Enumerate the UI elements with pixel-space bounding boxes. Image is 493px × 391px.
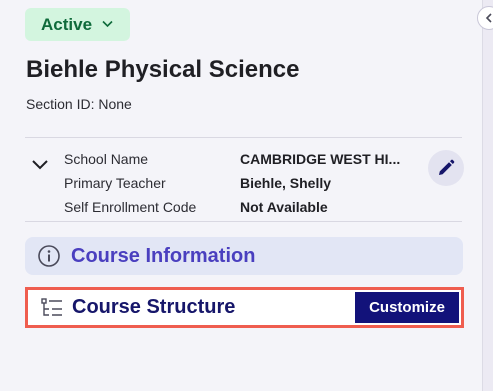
- page-title: Biehle Physical Science: [26, 56, 300, 83]
- chevron-left-icon: [485, 13, 492, 23]
- course-details-panel: Active Biehle Physical Science Section I…: [0, 0, 480, 391]
- status-label: Active: [41, 14, 93, 34]
- edit-button[interactable]: [428, 150, 464, 186]
- details-list: School Name CAMBRIDGE WEST HI... Primary…: [64, 147, 400, 219]
- detail-row-enrollment: Self Enrollment Code Not Available: [64, 195, 400, 219]
- detail-value: Not Available: [240, 199, 328, 215]
- detail-label: Self Enrollment Code: [64, 199, 197, 215]
- detail-row-teacher: Primary Teacher Biehle, Shelly: [64, 171, 400, 195]
- chevron-down-icon: [102, 19, 113, 31]
- detail-row-school: School Name CAMBRIDGE WEST HI...: [64, 147, 400, 171]
- chevron-down-icon: [32, 160, 48, 170]
- section-id: Section ID: None: [26, 96, 132, 112]
- course-structure-section[interactable]: Course Structure Customize: [25, 287, 464, 328]
- divider: [25, 137, 462, 138]
- divider: [25, 221, 462, 222]
- course-information-section[interactable]: Course Information: [25, 237, 463, 275]
- tree-structure-icon: [41, 297, 62, 316]
- pencil-icon: [439, 159, 455, 175]
- customize-button[interactable]: Customize: [355, 292, 459, 323]
- info-circle-icon: [38, 245, 60, 267]
- detail-value: CAMBRIDGE WEST HI...: [240, 151, 401, 167]
- detail-label: Primary Teacher: [64, 175, 166, 191]
- course-information-label: Course Information: [71, 244, 256, 267]
- detail-value: Biehle, Shelly: [240, 175, 332, 191]
- detail-label: School Name: [64, 151, 149, 167]
- status-dropdown[interactable]: Active: [25, 8, 130, 41]
- adjacent-panel-edge: [482, 0, 493, 391]
- expand-details-toggle[interactable]: [30, 158, 50, 174]
- course-structure-label: Course Structure: [72, 296, 236, 318]
